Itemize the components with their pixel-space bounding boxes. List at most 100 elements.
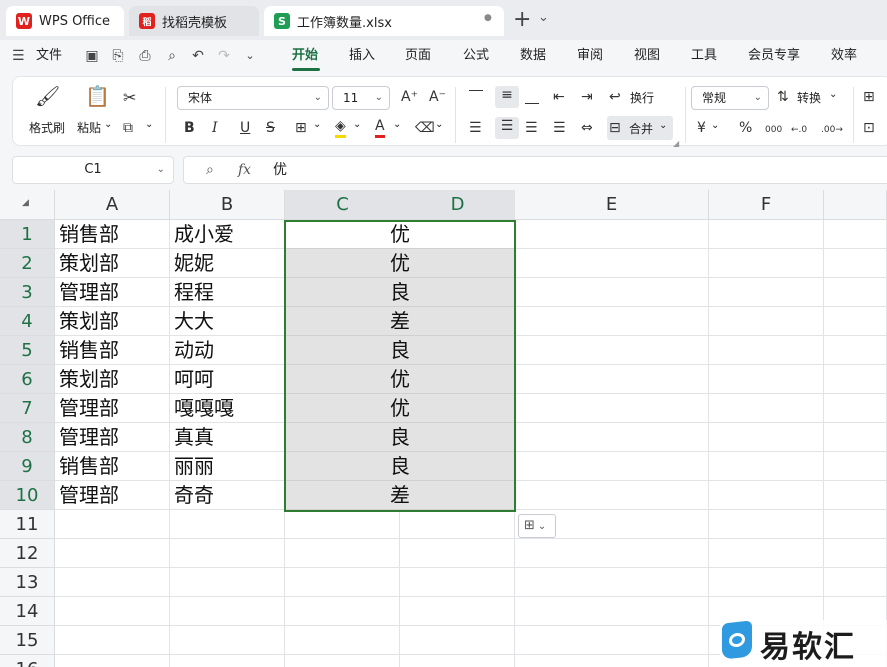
copy-chevron-icon[interactable]: ⌄ xyxy=(145,119,153,130)
cell-F10[interactable] xyxy=(709,481,824,510)
merged-cell-C6-D6[interactable]: 优 xyxy=(285,365,515,394)
cell-A1[interactable]: 销售部 xyxy=(55,220,170,249)
menu-tab-8[interactable]: 会员专享 xyxy=(748,40,800,72)
decrease-indent-icon[interactable]: ⇤ xyxy=(553,88,565,106)
menu-tab-7[interactable]: 工具 xyxy=(691,40,717,72)
percent-button[interactable]: % xyxy=(739,119,752,137)
cell-E9[interactable] xyxy=(515,452,709,481)
menu-tab-9[interactable]: 效率 xyxy=(831,40,857,72)
column-header-E[interactable]: E xyxy=(515,190,709,220)
tab-docer-templates[interactable]: 稻 找稻壳模板 xyxy=(129,6,259,36)
row-header-13[interactable]: 13 xyxy=(0,568,55,597)
column-header-A[interactable]: A xyxy=(55,190,170,220)
row-header-15[interactable]: 15 xyxy=(0,626,55,655)
align-bottom-icon[interactable]: ⎽ xyxy=(525,88,539,106)
cell-B7[interactable]: 嘎嘎嘎 xyxy=(170,394,285,423)
currency-chevron-icon[interactable]: ⌄ xyxy=(711,120,719,131)
cell-F2[interactable] xyxy=(709,249,824,278)
row-header-7[interactable]: 7 xyxy=(0,394,55,423)
borders-chevron-icon[interactable]: ⌄ xyxy=(313,119,321,130)
increase-font-size-button[interactable]: A⁺ xyxy=(401,88,418,106)
currency-button[interactable]: ¥ xyxy=(697,119,706,137)
row-header-2[interactable]: 2 xyxy=(0,249,55,278)
cell-D13[interactable] xyxy=(400,568,515,597)
cell-A2[interactable]: 策划部 xyxy=(55,249,170,278)
merged-cell-C4-D4[interactable]: 差 xyxy=(285,307,515,336)
cell-A13[interactable] xyxy=(55,568,170,597)
cell-C11[interactable] xyxy=(285,510,400,539)
cell-F7[interactable] xyxy=(709,394,824,423)
spreadsheet-grid[interactable]: ◢ ABCDEF 12345678910111213141516 销售部成小爱优… xyxy=(0,190,887,667)
cell-E13[interactable] xyxy=(515,568,709,597)
cell-style-icon[interactable]: ⊡ xyxy=(863,119,875,137)
cell-G6[interactable] xyxy=(824,365,887,394)
cell-B10[interactable]: 奇奇 xyxy=(170,481,285,510)
cell-F9[interactable] xyxy=(709,452,824,481)
cell-G2[interactable] xyxy=(824,249,887,278)
cell-E12[interactable] xyxy=(515,539,709,568)
export-pdf-icon[interactable]: ⎘ xyxy=(110,48,126,64)
decrease-decimal-button[interactable]: .00→ xyxy=(821,121,843,139)
cell-E14[interactable] xyxy=(515,597,709,626)
cell-F4[interactable] xyxy=(709,307,824,336)
close-tab-icon[interactable]: ● xyxy=(484,13,492,23)
cell-G5[interactable] xyxy=(824,336,887,365)
increase-indent-icon[interactable]: ⇥ xyxy=(581,88,593,106)
cell-A5[interactable]: 销售部 xyxy=(55,336,170,365)
cell-F8[interactable] xyxy=(709,423,824,452)
print-preview-icon[interactable]: ⌕ xyxy=(164,48,180,64)
align-right-icon[interactable]: ☰ xyxy=(525,119,538,137)
cell-D11[interactable] xyxy=(400,510,515,539)
cell-E15[interactable] xyxy=(515,626,709,655)
row-header-3[interactable]: 3 xyxy=(0,278,55,307)
cell-E8[interactable] xyxy=(515,423,709,452)
cell-G3[interactable] xyxy=(824,278,887,307)
cell-A14[interactable] xyxy=(55,597,170,626)
cell-F6[interactable] xyxy=(709,365,824,394)
font-name-select[interactable]: 宋体 ⌄ xyxy=(177,86,329,110)
cell-C14[interactable] xyxy=(285,597,400,626)
cell-A15[interactable] xyxy=(55,626,170,655)
cell-G1[interactable] xyxy=(824,220,887,249)
row-header-5[interactable]: 5 xyxy=(0,336,55,365)
cell-B1[interactable]: 成小爱 xyxy=(170,220,285,249)
paste-label[interactable]: 粘贴 xyxy=(77,119,101,136)
italic-button[interactable]: I xyxy=(212,119,218,137)
cell-E3[interactable] xyxy=(515,278,709,307)
column-header-F[interactable]: F xyxy=(709,190,824,220)
column-header-C[interactable]: C xyxy=(285,190,400,220)
wrap-text-label[interactable]: 换行 xyxy=(630,89,654,106)
align-left-icon[interactable]: ☰ xyxy=(469,119,482,137)
cell-G12[interactable] xyxy=(824,539,887,568)
strikethrough-button[interactable]: S xyxy=(266,119,275,137)
align-top-icon[interactable]: ⎺ xyxy=(469,88,483,106)
cell-G10[interactable] xyxy=(824,481,887,510)
cell-G9[interactable] xyxy=(824,452,887,481)
cell-D15[interactable] xyxy=(400,626,515,655)
cell-B13[interactable] xyxy=(170,568,285,597)
cell-A16[interactable] xyxy=(55,655,170,667)
cell-B5[interactable]: 动动 xyxy=(170,336,285,365)
align-center-icon[interactable]: ☰ xyxy=(495,117,519,139)
cell-B9[interactable]: 丽丽 xyxy=(170,452,285,481)
cell-E2[interactable] xyxy=(515,249,709,278)
merged-cell-C8-D8[interactable]: 良 xyxy=(285,423,515,452)
merged-cell-C9-D9[interactable]: 良 xyxy=(285,452,515,481)
cell-B8[interactable]: 真真 xyxy=(170,423,285,452)
cell-B14[interactable] xyxy=(170,597,285,626)
borders-icon[interactable]: ⊞ xyxy=(295,119,307,137)
distributed-icon[interactable]: ⇔ xyxy=(581,119,593,137)
cell-F3[interactable] xyxy=(709,278,824,307)
column-header-B[interactable]: B xyxy=(170,190,285,220)
cell-E6[interactable] xyxy=(515,365,709,394)
cell-E7[interactable] xyxy=(515,394,709,423)
column-header-D[interactable]: D xyxy=(400,190,515,220)
row-header-1[interactable]: 1 xyxy=(0,220,55,249)
save-icon[interactable]: ▣ xyxy=(84,48,100,64)
cell-B15[interactable] xyxy=(170,626,285,655)
merge-button[interactable]: ⊟ 合并 ⌄ xyxy=(607,116,673,140)
cell-B2[interactable]: 妮妮 xyxy=(170,249,285,278)
cell-G8[interactable] xyxy=(824,423,887,452)
formula-input[interactable]: ⌕ fx 优 xyxy=(183,156,887,184)
copy-icon[interactable]: ⧉ xyxy=(123,119,133,137)
